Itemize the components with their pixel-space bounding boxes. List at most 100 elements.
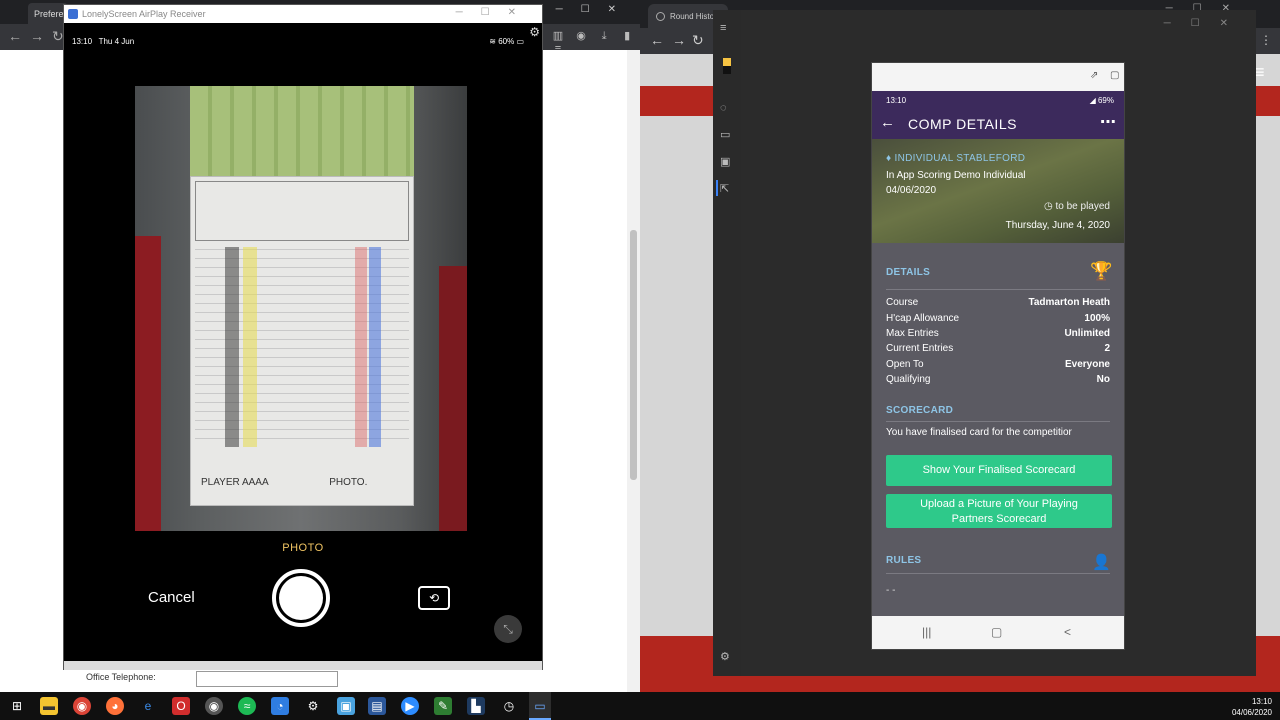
details-title: DETAILS xyxy=(886,267,931,278)
recent-apps-icon[interactable]: ||| xyxy=(922,625,931,639)
grid-col xyxy=(369,247,381,447)
tab-preferences[interactable]: Prefere xyxy=(28,3,68,24)
settings-icon[interactable]: ⚙ xyxy=(304,697,322,715)
detail-value: 100% xyxy=(1084,313,1110,324)
screen-mirror-icon[interactable]: ▭ xyxy=(531,697,549,715)
ios-date: Thu 4 Jun xyxy=(98,37,135,46)
scorecard-grid xyxy=(195,247,409,447)
divider xyxy=(886,573,1110,574)
red-object xyxy=(135,236,161,531)
lonelyscreen-window: LonelyScreen AirPlay Receiver ─☐✕ 13:10 … xyxy=(63,4,543,670)
scorecard-cover xyxy=(190,86,414,176)
camera-mode-label[interactable]: PHOTO xyxy=(64,542,542,554)
scorecard-signature: PLAYER AAAA PHOTO. xyxy=(201,477,367,488)
detail-value: 2 xyxy=(1104,343,1110,354)
windows-taskbar: ⊞ ▬ ◉ ◕ e O ◉ ≈ ◔ ⚙ ▣ ▤ ▶ ✎ ▙ ◷ ▭ 13:10 … xyxy=(0,692,1280,720)
spotify-icon[interactable]: ≈ xyxy=(238,697,256,715)
lonely-bottom-bar xyxy=(64,661,542,670)
competition-date: 04/06/2020 xyxy=(886,185,937,196)
phone-screen: ⇗ ▢ 13:10 ◢ 69% ← COMP DETAILS ⋯ ♦ INDIV… xyxy=(871,62,1125,650)
detail-key: Qualifying xyxy=(886,374,931,385)
camera-preview: PLAYER AAAA PHOTO. xyxy=(135,86,467,531)
forward-icon[interactable]: → xyxy=(30,28,44,44)
clock-date: 04/06/2020 xyxy=(1231,708,1272,717)
trophy-icon: 🏆 xyxy=(1090,261,1113,281)
windows-start-icon[interactable]: ⊞ xyxy=(8,697,26,715)
detail-value: Everyone xyxy=(1064,359,1110,370)
opera-icon[interactable]: O xyxy=(172,697,190,715)
forward-icon[interactable]: → xyxy=(672,32,686,48)
clock-app-icon[interactable]: ◷ xyxy=(500,697,518,715)
open-external-icon[interactable]: ⇱ xyxy=(720,182,729,195)
chrome-icon[interactable]: ◉ xyxy=(73,697,91,715)
lonelyscreen-logo-icon xyxy=(68,9,78,19)
edge-icon[interactable]: e xyxy=(139,697,157,715)
more-menu-icon[interactable]: ⋮ xyxy=(1260,33,1272,47)
gear-icon[interactable]: ⚙ xyxy=(529,25,540,39)
emulator-window-controls[interactable]: ─☐✕ xyxy=(1164,18,1248,29)
pin-icon[interactable]: ⇗ xyxy=(1090,70,1098,81)
scorecard-title: SCORECARD xyxy=(886,405,954,416)
office-telephone-label: Office Telephone: xyxy=(86,672,156,682)
to-be-played-label: to be played xyxy=(1055,201,1111,212)
emu-menu-icon[interactable]: ≡ xyxy=(720,22,726,34)
zoom-icon[interactable]: ▶ xyxy=(401,697,419,715)
scorecard-header xyxy=(195,181,409,241)
arrow-back-icon[interactable]: ← xyxy=(880,114,895,131)
taskbar-clock[interactable]: 13:10 04/06/2020 xyxy=(1232,696,1272,718)
ios-status-right: ≋ 60% ▭ xyxy=(489,37,524,46)
app-bar: ← COMP DETAILS ⋯ xyxy=(872,109,1124,139)
office-telephone-input[interactable] xyxy=(196,671,338,687)
rules-title: RULES xyxy=(886,555,922,566)
competition-type: ♦ INDIVIDUAL STABLEFORD xyxy=(886,153,1025,164)
detail-key: Max Entries xyxy=(886,328,939,339)
rules-text: - - xyxy=(886,585,896,596)
clock-icon: ◷ xyxy=(1043,201,1053,212)
switch-camera-icon[interactable]: ⟲ xyxy=(418,586,450,610)
left-window-controls[interactable]: ─☐✕ xyxy=(556,4,634,15)
notification-icon[interactable]: ◌ xyxy=(720,102,727,114)
notepad-icon[interactable]: ✎ xyxy=(434,697,452,715)
ios-status-left: 13:10 Thu 4 Jun xyxy=(72,37,134,46)
back-icon[interactable]: ← xyxy=(8,28,22,44)
download-icon[interactable]: ⤓ xyxy=(594,30,614,43)
android-status-bar: 13:10 ◢ 69% xyxy=(872,91,1124,109)
firefox-icon[interactable]: ◕ xyxy=(106,697,124,715)
app-icon[interactable]: ▙ xyxy=(467,697,485,715)
home-icon[interactable]: ▢ xyxy=(991,625,1002,639)
shutter-button[interactable] xyxy=(272,569,330,627)
remote-desktop-icon[interactable]: ▣ xyxy=(337,697,355,715)
grid-col xyxy=(355,247,367,447)
back-icon[interactable]: ← xyxy=(650,32,664,48)
ios-battery-text: 60% xyxy=(498,37,515,46)
android-nav-bar: ||| ▢ < xyxy=(872,616,1124,649)
screenshot-icon[interactable]: ▢ xyxy=(1110,70,1119,81)
back-nav-icon[interactable]: < xyxy=(1064,625,1071,639)
chrome-alt-icon[interactable]: ◉ xyxy=(205,697,223,715)
account-icon[interactable]: ◉ xyxy=(571,29,591,42)
reload-icon[interactable]: ↻ xyxy=(52,28,64,45)
left-scrollbar[interactable] xyxy=(627,50,640,692)
reading-mode-icon[interactable]: ▥ xyxy=(548,29,568,42)
file-explorer-icon[interactable]: ▬ xyxy=(40,697,58,715)
chat-icon[interactable]: ▭ xyxy=(720,128,730,141)
detail-key: Open To xyxy=(886,359,924,370)
signature-name: PLAYER AAAA xyxy=(201,477,269,488)
gallery-icon[interactable]: ▣ xyxy=(720,155,730,168)
show-finalised-scorecard-button[interactable]: Show Your Finalised Scorecard xyxy=(886,455,1112,486)
trophy-small-icon: ♦ xyxy=(886,153,892,164)
word-icon[interactable]: ▤ xyxy=(368,697,386,715)
lonely-window-controls[interactable]: ─☐✕ xyxy=(456,7,534,18)
settings-gear-icon[interactable]: ⚙ xyxy=(720,650,730,663)
scorecard-status-text: You have finalised card for the competit… xyxy=(886,427,1072,438)
chat-app-icon[interactable]: ◔ xyxy=(271,697,289,715)
scorecard-photo: PLAYER AAAA PHOTO. xyxy=(190,176,414,506)
scrollbar-thumb[interactable] xyxy=(630,230,637,480)
shrink-icon[interactable]: ⤡ xyxy=(494,615,522,643)
reload-icon[interactable]: ↻ xyxy=(692,32,704,49)
upload-partners-scorecard-button[interactable]: Upload a Picture of Your Playing Partner… xyxy=(886,494,1112,528)
extension-icon[interactable]: ▮ xyxy=(617,29,637,42)
more-options-icon[interactable]: ⋯ xyxy=(1100,112,1116,132)
app-color-icon[interactable] xyxy=(723,58,731,74)
cancel-button[interactable]: Cancel xyxy=(148,589,195,606)
